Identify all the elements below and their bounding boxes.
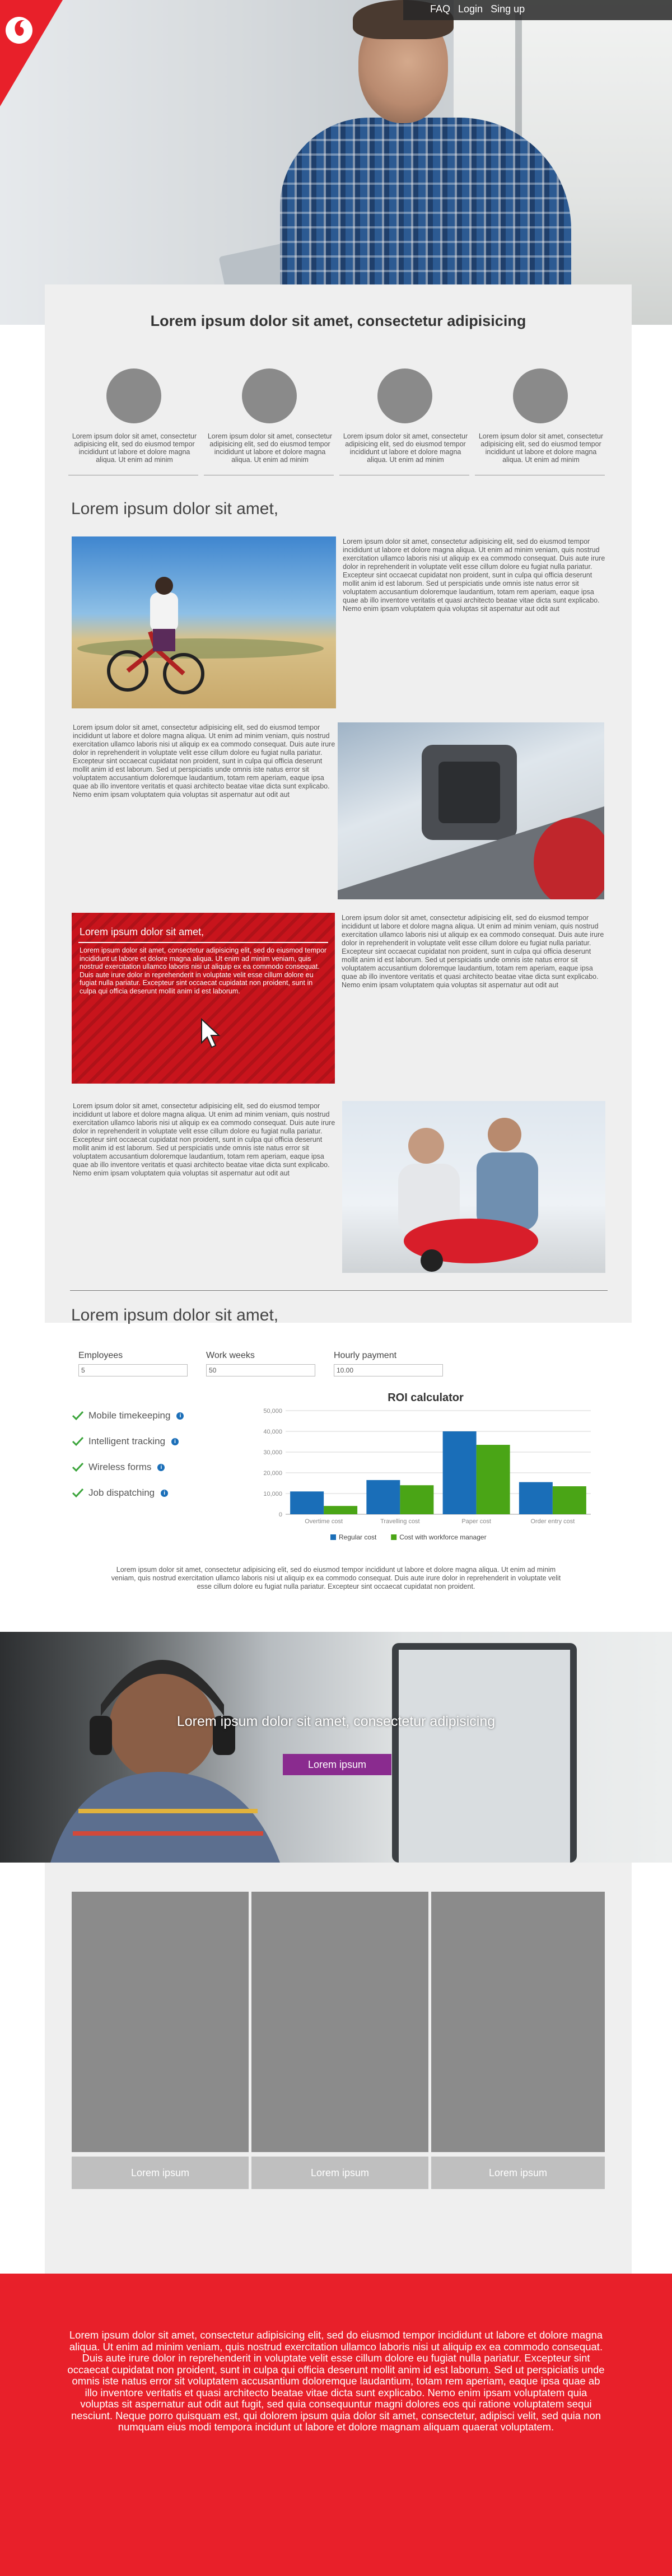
overlay-text: Lorem ipsum dolor sit amet, consectetur …: [80, 946, 327, 995]
x-tick-label: Paper cost: [461, 1518, 491, 1525]
feature-text: Lorem ipsum dolor sit amet, consectetur …: [207, 432, 333, 464]
legend-label: Cost with workforce manager: [399, 1533, 486, 1541]
legend-label: Regular cost: [339, 1533, 377, 1541]
hourly-payment-field: Hourly payment: [334, 1351, 443, 1376]
check-label: Job dispatching: [88, 1487, 155, 1498]
banner-cta-button[interactable]: Lorem ipsum: [283, 1754, 391, 1775]
check-item: Mobile timekeeping i: [72, 1403, 240, 1429]
card[interactable]: Lorem ipsum: [72, 1892, 249, 2191]
card-button[interactable]: Lorem ipsum: [251, 2157, 428, 2189]
roi-chart-svg: ROI calculator 0 10,000 20,000 30,000 40,000…: [263, 1392, 591, 1541]
check-item: Wireless forms i: [72, 1454, 240, 1480]
y-tick-label: 30,000: [263, 1449, 282, 1456]
roi-inputs: Employees Work weeks Hourly payment: [78, 1351, 470, 1384]
card[interactable]: Lorem ipsum: [431, 1892, 605, 2191]
cursor-icon: [201, 1018, 221, 1048]
intro-title: Lorem ipsum dolor sit amet, consectetur …: [150, 312, 526, 329]
checkmark-icon: [72, 1462, 84, 1472]
y-tick-label: 0: [279, 1511, 282, 1518]
x-tick-label: Travelling cost: [380, 1518, 420, 1525]
vodafone-logo[interactable]: [0, 0, 63, 106]
feature-text: Lorem ipsum dolor sit amet, consectetur …: [343, 432, 468, 464]
check-item: Job dispatching i: [72, 1480, 240, 1506]
features-row: Lorem ipsum dolor sit amet, consectetur …: [68, 364, 612, 482]
overlay-texture: [72, 913, 335, 1084]
section-title: Lorem ipsum dolor sit amet,: [71, 1306, 279, 1324]
check-label: Wireless forms: [88, 1462, 152, 1472]
work-weeks-label: Work weeks: [206, 1351, 255, 1360]
headphones-banner: [0, 1632, 672, 1863]
row-text: Lorem ipsum dolor sit amet, consectetur …: [342, 914, 604, 989]
hero-image: [0, 0, 672, 325]
row-text: Lorem ipsum dolor sit amet, consectetur …: [73, 724, 335, 799]
y-tick-label: 20,000: [263, 1470, 282, 1477]
info-icon[interactable]: i: [171, 1438, 179, 1445]
bar: [442, 1431, 477, 1514]
row-text: Lorem ipsum dolor sit amet, consectetur …: [73, 1102, 335, 1177]
overlay-title: Lorem ipsum dolor sit amet,: [80, 926, 204, 937]
employees-input[interactable]: [78, 1364, 188, 1376]
red-overlay-card[interactable]: Lorem ipsum dolor sit amet, Lorem ipsum …: [72, 913, 335, 1084]
employees-label: Employees: [78, 1351, 123, 1360]
scooter-photo: [342, 1101, 605, 1273]
overlay-divider: [78, 942, 328, 943]
chart-title: ROI calculator: [388, 1392, 464, 1404]
info-icon[interactable]: i: [161, 1489, 169, 1497]
bar: [519, 1482, 553, 1514]
card-image: [72, 1892, 249, 2152]
card-image: [431, 1892, 605, 2152]
card-button[interactable]: Lorem ipsum: [72, 2157, 249, 2189]
card[interactable]: Lorem ipsum: [251, 1892, 428, 2191]
info-icon[interactable]: i: [157, 1463, 165, 1471]
roi-note: Lorem ipsum dolor sit amet, consectetur …: [111, 1566, 561, 1590]
signup-link[interactable]: Sing up: [491, 3, 525, 15]
bar: [476, 1445, 510, 1514]
feature-icon: [106, 368, 161, 423]
roi-chart: ROI calculator 0 10,000 20,000 30,000 40,000…: [255, 1385, 596, 1553]
employees-field: Employees: [78, 1351, 188, 1376]
checkmark-icon: [72, 1436, 84, 1446]
feature-checklist: Mobile timekeeping i Intelligent tracking…: [72, 1403, 240, 1506]
legend-swatch: [330, 1534, 336, 1540]
checkmark-icon: [72, 1488, 84, 1498]
cyclist-photo: [72, 536, 336, 708]
y-tick-label: 10,000: [263, 1491, 282, 1497]
work-weeks-input[interactable]: [206, 1364, 315, 1376]
legend-swatch: [391, 1534, 397, 1540]
check-label: Intelligent tracking: [88, 1436, 166, 1446]
work-weeks-field: Work weeks: [206, 1351, 315, 1376]
x-tick-label: Order entry cost: [530, 1518, 575, 1525]
y-tick-label: 50,000: [263, 1408, 282, 1415]
card-image: [251, 1892, 428, 2152]
bar: [552, 1486, 586, 1514]
footer-text: Lorem ipsum dolor sit amet, consectetur …: [67, 2329, 605, 2433]
bar: [324, 1506, 358, 1514]
row-text: Lorem ipsum dolor sit amet, consectetur …: [343, 538, 605, 613]
feature-icon: [377, 368, 432, 423]
y-tick-label: 40,000: [263, 1429, 282, 1435]
card-button[interactable]: Lorem ipsum: [431, 2157, 605, 2189]
feature-icon: [242, 368, 297, 423]
section-divider: [70, 1290, 608, 1291]
info-icon[interactable]: i: [176, 1412, 184, 1420]
faq-link[interactable]: FAQ: [430, 3, 450, 15]
x-tick-label: Overtime cost: [305, 1518, 343, 1525]
feature-icon: [513, 368, 568, 423]
bar: [290, 1491, 324, 1514]
section-title: Lorem ipsum dolor sit amet,: [71, 500, 279, 518]
hourly-payment-input[interactable]: [334, 1364, 443, 1376]
login-link[interactable]: Login: [458, 3, 483, 15]
hourly-payment-label: Hourly payment: [334, 1351, 397, 1360]
feature-text: Lorem ipsum dolor sit amet, consectetur …: [478, 432, 604, 464]
check-item: Intelligent tracking i: [72, 1429, 240, 1454]
feature-text: Lorem ipsum dolor sit amet, consectetur …: [72, 432, 197, 464]
banner-title: Lorem ipsum dolor sit amet, consectetur …: [176, 1714, 496, 1729]
checkmark-icon: [72, 1411, 84, 1421]
top-nav: FAQ Login Sing up: [403, 0, 672, 20]
bar: [400, 1485, 434, 1514]
check-label: Mobile timekeeping: [88, 1410, 171, 1421]
bar: [366, 1480, 400, 1514]
engine-photo: [338, 722, 604, 899]
